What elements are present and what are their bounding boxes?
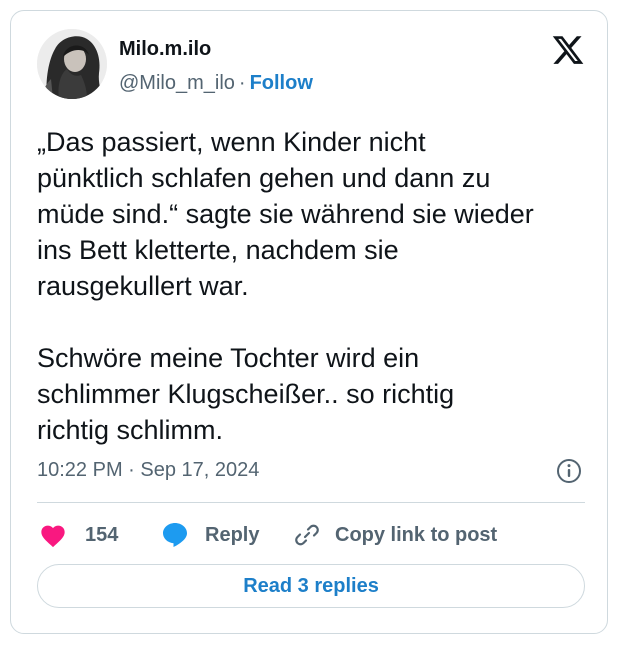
copy-link-label: Copy link to post [335,523,498,546]
display-name[interactable]: Milo.m.ilo [119,37,211,61]
tweet-paragraph-2: Schwöre meine Tochter wird ein schlimmer… [37,343,455,445]
avatar-photo [37,29,107,99]
handle[interactable]: @Milo_m_ilo [119,72,235,94]
timestamp[interactable]: 10:22 PM · Sep 17, 2024 [37,457,259,483]
copy-link-button[interactable]: Copy link to post [293,520,497,550]
reply-button[interactable]: Reply [161,520,259,550]
follow-link[interactable]: Follow [250,72,313,94]
read-replies-button[interactable]: Read 3 replies [37,564,585,608]
info-icon[interactable] [556,458,582,484]
avatar[interactable] [37,29,107,99]
handle-row: @Milo_m_ilo · Follow [119,71,313,95]
divider [37,502,585,503]
speech-bubble-icon [163,523,187,547]
separator-dot: · [238,72,246,94]
tweet-card: Milo.m.ilo @Milo_m_ilo · Follow „Das passi… [10,10,608,634]
tweet-text: „Das passiert, wenn Kinder nicht pünktli… [37,124,597,448]
reply-label: Reply [205,523,260,546]
heart-icon [41,525,65,548]
x-logo-icon[interactable] [551,33,585,67]
like-count: 154 [85,523,119,546]
tweet-paragraph-1: „Das passiert, wenn Kinder nicht pünktli… [37,127,534,301]
like-button[interactable]: 154 [39,520,118,550]
link-icon [295,524,319,546]
